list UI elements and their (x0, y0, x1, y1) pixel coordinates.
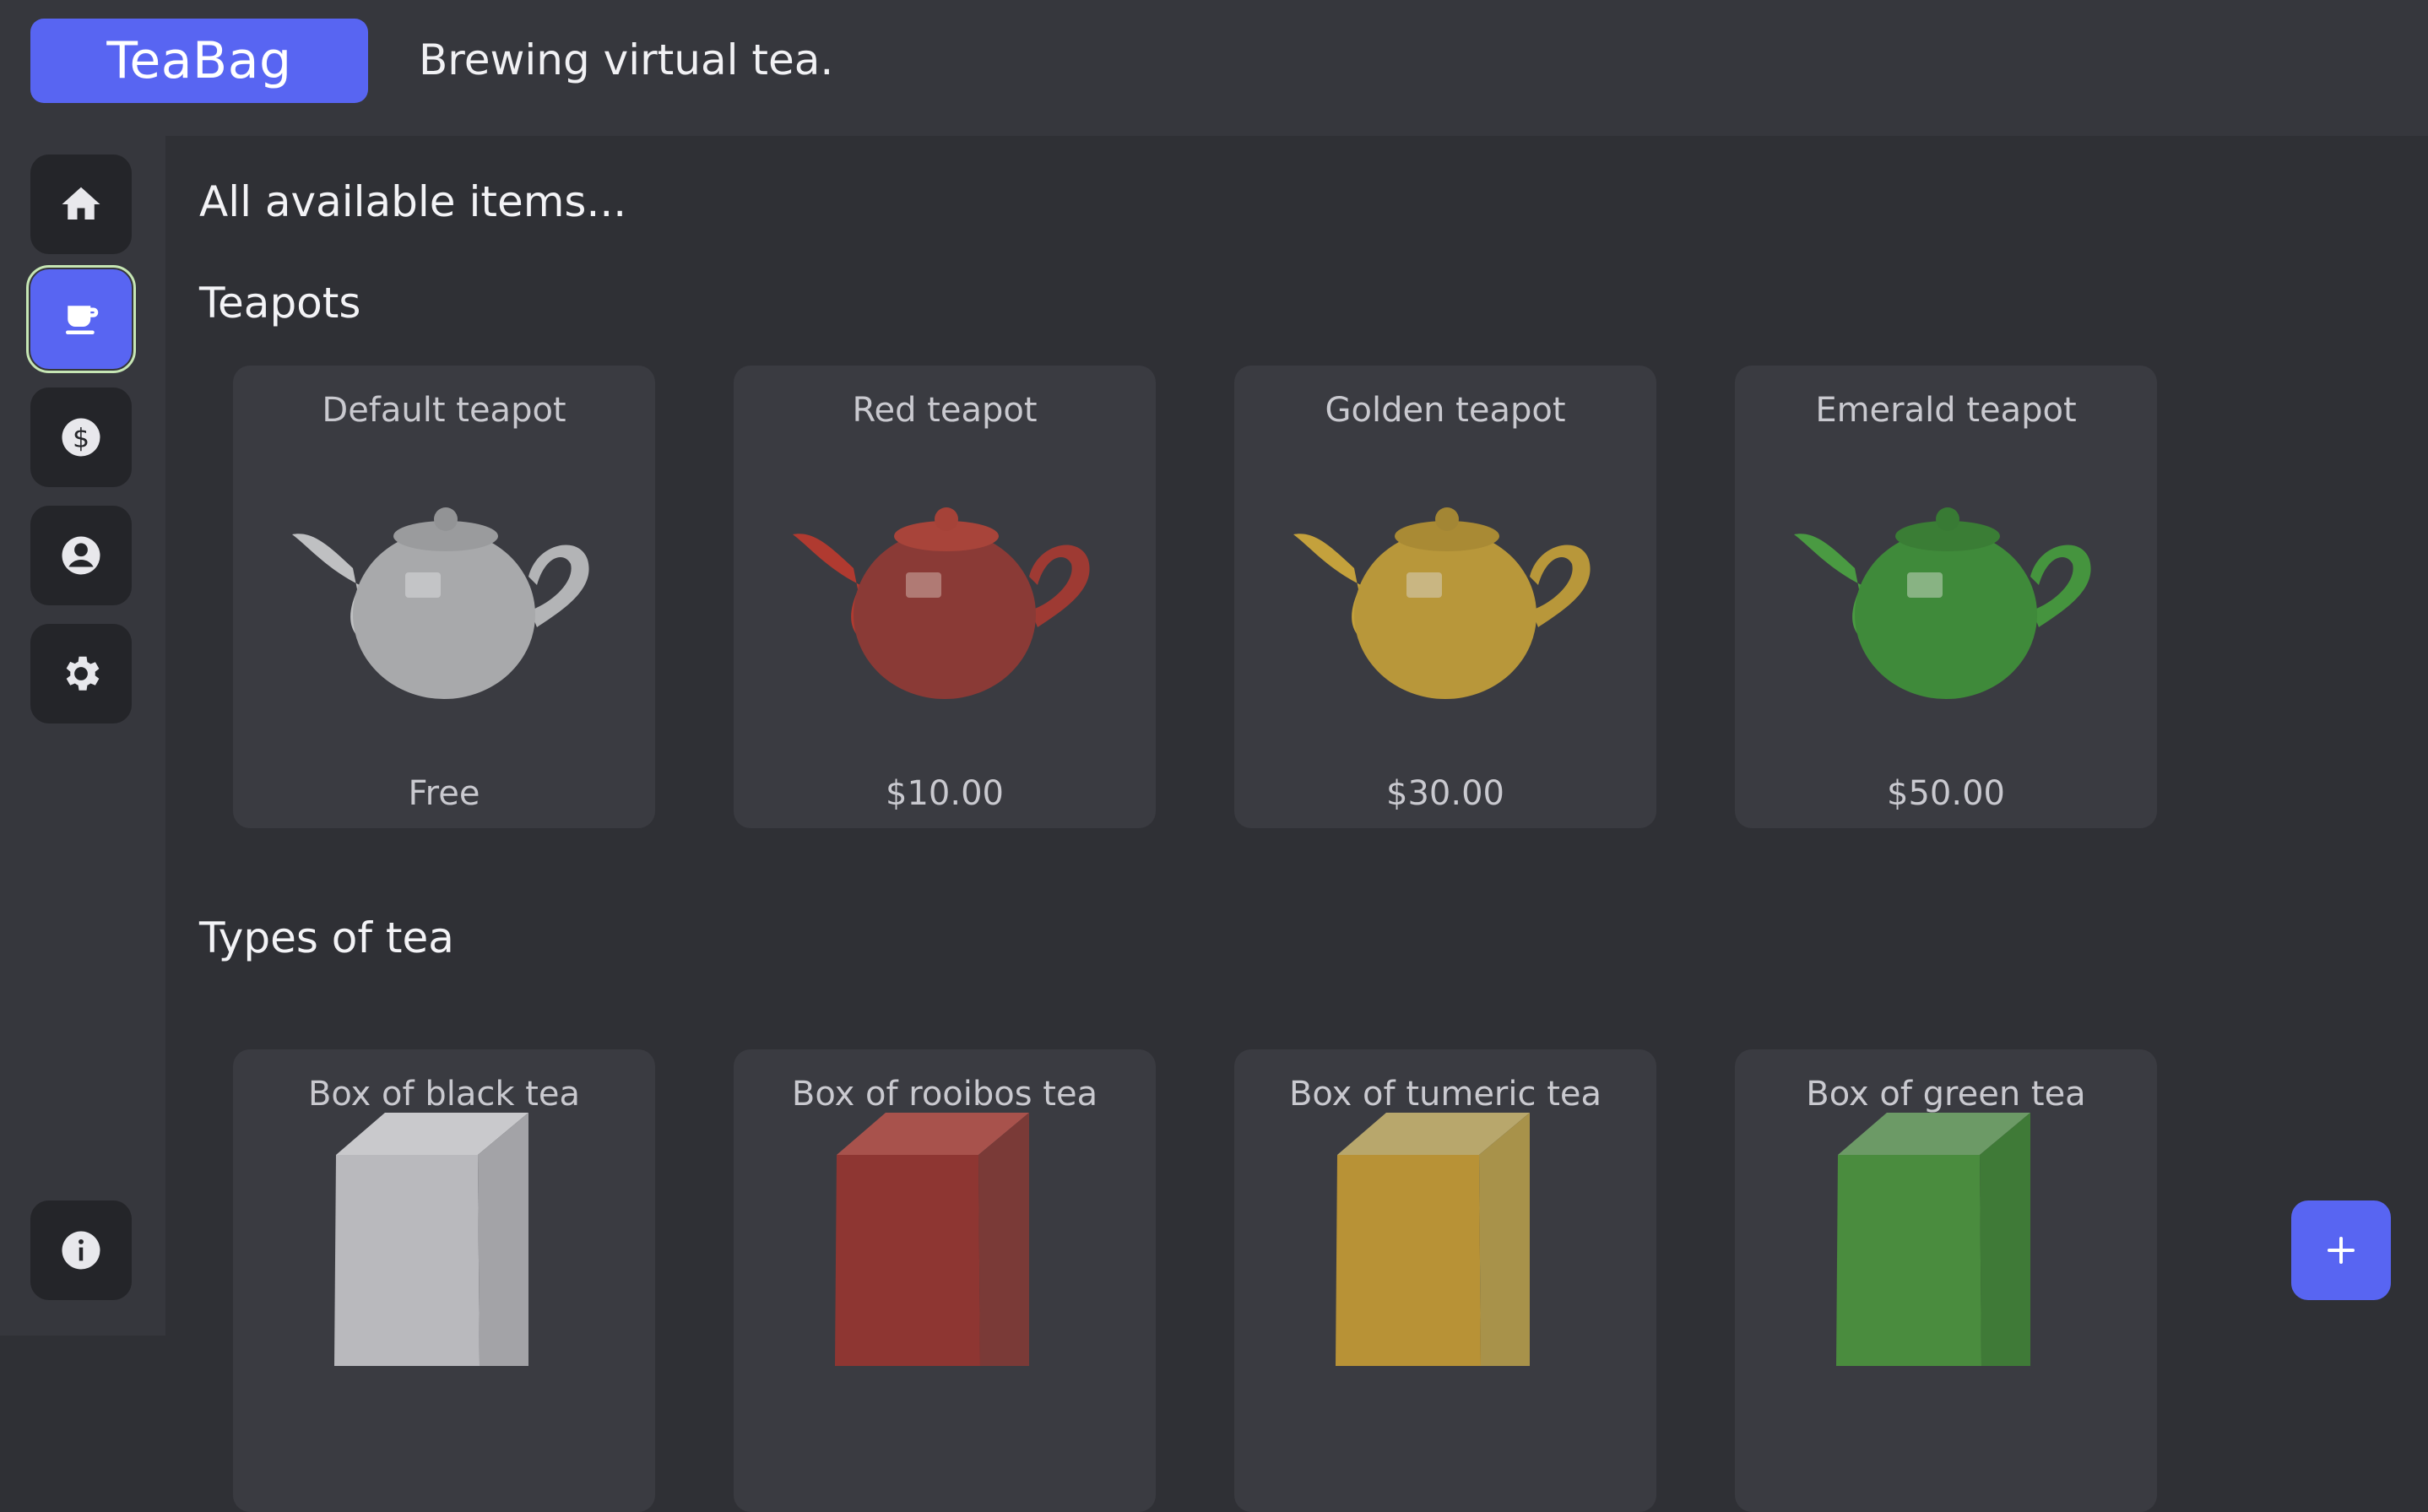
tea-box-icon (1836, 1113, 2030, 1366)
teapot-card[interactable]: Default teapot Free (233, 366, 655, 828)
info-icon (62, 1231, 100, 1270)
item-name: Emerald teapot (1815, 391, 2077, 430)
page-title: All available items... (199, 177, 627, 226)
dollar-icon: $ (62, 418, 100, 457)
sidebar-item-settings[interactable] (30, 624, 132, 723)
item-price: $30.00 (1386, 774, 1504, 813)
item-name: Box of green tea (1806, 1075, 2086, 1114)
teapot-card[interactable]: Emerald teapot $50.00 (1735, 366, 2157, 828)
sidebar: $ (0, 136, 165, 1336)
plus-icon (2328, 1237, 2355, 1264)
sidebar-item-home[interactable] (30, 154, 132, 254)
item-name: Box of tumeric tea (1288, 1075, 1602, 1114)
item-name: Golden teapot (1325, 391, 1566, 430)
item-name: Default teapot (322, 391, 566, 430)
tea-card[interactable]: Box of tumeric tea (1234, 1049, 1656, 1512)
tea-card[interactable]: Box of green tea (1735, 1049, 2157, 1512)
gear-icon (66, 656, 100, 691)
add-button[interactable] (2291, 1200, 2391, 1300)
item-price: $50.00 (1887, 774, 2005, 813)
teapot-icon (793, 507, 1090, 699)
item-name: Red teapot (852, 391, 1038, 430)
brand-logo-button[interactable]: TeaBag (30, 19, 368, 103)
home-icon (62, 187, 100, 219)
sidebar-item-billing[interactable]: $ (30, 387, 132, 487)
tea-card[interactable]: Box of black tea (233, 1049, 655, 1512)
tagline: Brewing virtual tea. (419, 35, 834, 84)
svg-text:$: $ (73, 423, 89, 453)
tea-box-icon (835, 1113, 1029, 1366)
teapot-card[interactable]: Red teapot $10.00 (734, 366, 1156, 828)
item-price: Free (408, 774, 480, 813)
top-bar: TeaBag Brewing virtual tea. (0, 0, 2428, 136)
section-title-tea-types: Types of tea (199, 913, 454, 962)
teacup-icon (66, 306, 99, 334)
section-title-teapots: Teapots (199, 279, 361, 328)
item-name: Box of rooibos tea (791, 1075, 1098, 1114)
item-price: $10.00 (886, 774, 1004, 813)
item-name: Box of black tea (307, 1075, 581, 1114)
tea-card[interactable]: Box of rooibos tea (734, 1049, 1156, 1512)
teapot-icon (1293, 507, 1591, 699)
teapot-icon (1794, 507, 2091, 699)
teapot-card[interactable]: Golden teapot $30.00 (1234, 366, 1656, 828)
tea-box-icon (334, 1113, 528, 1366)
tea-box-icon (1336, 1113, 1530, 1366)
sidebar-item-info[interactable] (30, 1200, 132, 1300)
teapot-icon (292, 507, 589, 699)
account-icon (62, 536, 100, 575)
sidebar-item-shop[interactable] (26, 265, 136, 373)
sidebar-item-account[interactable] (30, 506, 132, 605)
